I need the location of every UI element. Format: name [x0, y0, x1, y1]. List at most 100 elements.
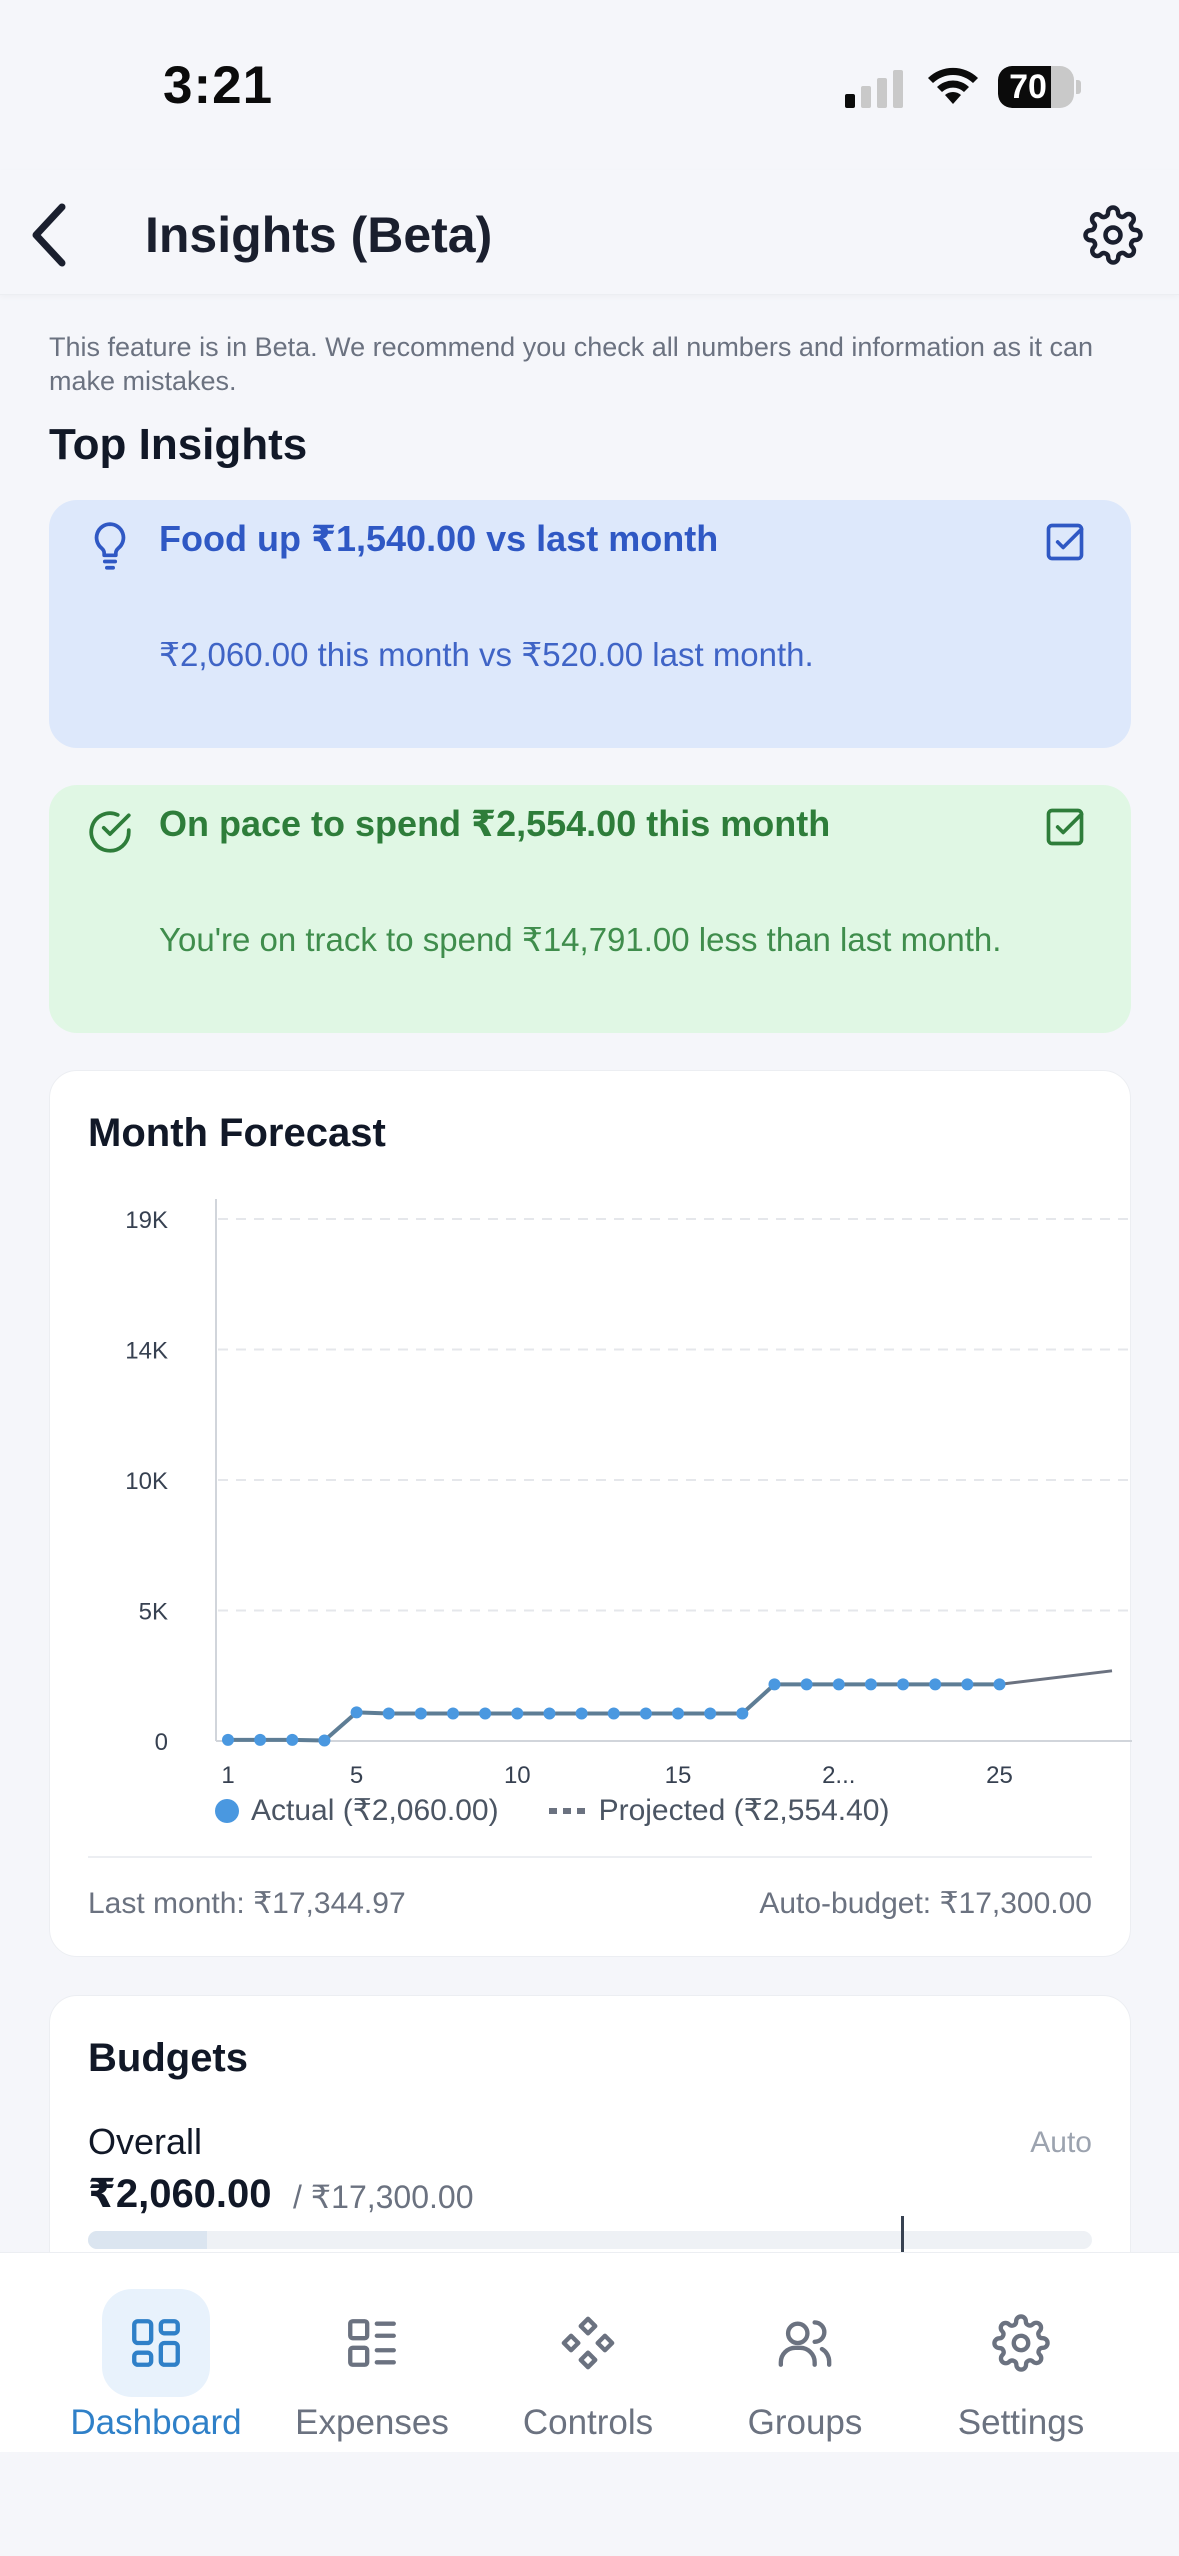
controls-icon: [561, 2316, 615, 2370]
data-point-actual: [832, 1678, 845, 1691]
tab-icon-wrap: [534, 2289, 642, 2397]
y-tick-label: 0: [155, 1729, 168, 1756]
data-point-actual: [800, 1678, 813, 1691]
last-month-total: Last month: ₹17,344.97: [88, 1887, 406, 1920]
data-point-actual: [543, 1707, 556, 1720]
chart-legend: Actual (₹2,060.00) Projected (₹2,554.40): [215, 1793, 889, 1828]
data-point-actual: [864, 1678, 877, 1691]
x-tick-label: 5: [350, 1762, 363, 1789]
tab-label: Dashboard: [70, 2403, 242, 2442]
y-tick-label: 5K: [139, 1599, 168, 1626]
list-icon: [348, 2319, 396, 2367]
tab-icon-wrap: [751, 2289, 859, 2397]
budget-pace-marker: [901, 2216, 905, 2256]
battery-icon: 70: [998, 66, 1074, 108]
data-point-actual: [222, 1733, 234, 1746]
battery-cap: [1076, 80, 1081, 94]
data-point-actual: [607, 1707, 620, 1720]
insight-card-food[interactable]: Food up ₹1,540.00 vs last month ₹2,060.0…: [49, 500, 1131, 748]
users-icon: [778, 2320, 832, 2367]
auto-budget-total: Auto-budget: ₹17,300.00: [759, 1887, 1092, 1920]
tab-label: Settings: [957, 2403, 1085, 2442]
data-point-actual: [639, 1707, 652, 1720]
x-tick-label: 25: [986, 1762, 1013, 1789]
tab-label: Groups: [747, 2403, 863, 2442]
insight-card-pace[interactable]: On pace to spend ₹2,554.00 this month Yo…: [49, 785, 1131, 1033]
data-point-actual: [736, 1707, 749, 1720]
app-header: Insights (Beta): [0, 170, 1179, 295]
data-point-actual: [993, 1678, 1006, 1691]
insight-title: On pace to spend ₹2,554.00 this month: [159, 803, 831, 844]
legend-projected-swatch: [548, 1807, 587, 1814]
data-point-actual: [768, 1678, 781, 1691]
tab-controls[interactable]: Controls: [473, 2253, 703, 2453]
tab-icon-wrap: [967, 2289, 1075, 2397]
budgets-card: Budgets Overall Auto ₹2,060.00 / ₹17,300…: [49, 1995, 1131, 2295]
budget-progress-fill: [88, 2231, 208, 2249]
data-point-actual: [479, 1707, 492, 1720]
tab-groups[interactable]: Groups: [690, 2253, 920, 2453]
bottom-tab-bar: Dashboard Expenses Controls Groups Setti…: [0, 2252, 1179, 2452]
cellular-signal-icon: [845, 70, 903, 108]
data-point-actual: [511, 1707, 524, 1720]
data-point-actual: [961, 1678, 974, 1691]
wifi-icon: [928, 67, 978, 104]
x-tick-label: 1: [221, 1762, 234, 1789]
budget-total: / ₹17,300.00: [293, 2179, 474, 2215]
tab-label: Expenses: [295, 2403, 449, 2442]
legend-actual-label: Actual (₹2,060.00): [251, 1794, 499, 1827]
y-tick-label: 19K: [125, 1207, 168, 1234]
back-button[interactable]: [20, 200, 80, 270]
budget-spent: ₹2,060.00: [88, 2172, 272, 2216]
data-point-actual: [254, 1733, 267, 1746]
x-tick-label: 10: [504, 1762, 531, 1789]
chevron-left-icon: [32, 203, 66, 267]
top-insights-heading: Top Insights: [49, 420, 308, 469]
insight-body: ₹2,060.00 this month vs ₹520.00 last mon…: [159, 636, 814, 673]
gear-icon: [1083, 205, 1143, 265]
y-tick-label: 14K: [125, 1338, 168, 1365]
data-point-actual: [286, 1733, 299, 1746]
data-point-actual: [382, 1707, 395, 1720]
budgets-title: Budgets: [88, 2036, 248, 2080]
divider: [88, 1856, 1092, 1858]
settings-button[interactable]: [1083, 205, 1143, 265]
legend-actual-swatch: [215, 1798, 239, 1823]
data-point-actual: [704, 1707, 717, 1720]
tab-expenses[interactable]: Expenses: [257, 2253, 487, 2453]
insight-title: Food up ₹1,540.00 vs last month: [159, 518, 719, 559]
legend-projected-label: Projected (₹2,554.40): [598, 1794, 890, 1827]
data-point-actual: [929, 1678, 942, 1691]
tab-label: Controls: [522, 2403, 654, 2442]
data-point-actual: [414, 1707, 427, 1720]
tab-settings[interactable]: Settings: [906, 2253, 1136, 2453]
data-point-actual: [672, 1707, 685, 1720]
checkbox-checked-icon[interactable]: [1043, 520, 1087, 564]
status-bar: 3:21 70: [0, 0, 1179, 170]
data-point-actual: [897, 1678, 910, 1691]
gear-icon: [992, 2314, 1050, 2372]
x-tick-label: 15: [665, 1762, 692, 1789]
home-indicator-area: [0, 2452, 1179, 2556]
beta-disclaimer: This feature is in Beta. We recommend yo…: [49, 332, 1093, 396]
checkbox-checked-icon[interactable]: [1043, 805, 1087, 849]
dashboard-icon: [132, 2319, 180, 2367]
data-point-actual: [447, 1707, 460, 1720]
page-title: Insights (Beta): [145, 207, 493, 263]
data-point-actual: [318, 1734, 331, 1747]
budget-progress-bar: [88, 2231, 1092, 2249]
month-forecast-card: Month Forecast 0 5K 10K 14K 19K 1 5 10 15 2... 25 …: [49, 1070, 1132, 1957]
status-time: 3:21: [163, 56, 274, 115]
forecast-title: Month Forecast: [88, 1111, 386, 1155]
tab-dashboard[interactable]: Dashboard: [41, 2253, 271, 2453]
forecast-chart: 05K10K14K19K1 5 10 15 2... 25: [125, 1199, 1132, 1789]
series-line-projected: [999, 1669, 1113, 1686]
tab-icon-wrap: [318, 2289, 426, 2397]
tab-icon-wrap: [102, 2289, 210, 2397]
battery-level: 70: [1009, 68, 1047, 106]
data-point-actual: [575, 1707, 588, 1720]
budget-mode: Auto: [1030, 2126, 1092, 2159]
budget-name: Overall: [88, 2121, 203, 2162]
insight-body: You're on track to spend ₹14,791.00 less…: [159, 921, 1002, 958]
y-tick-label: 10K: [125, 1468, 168, 1495]
